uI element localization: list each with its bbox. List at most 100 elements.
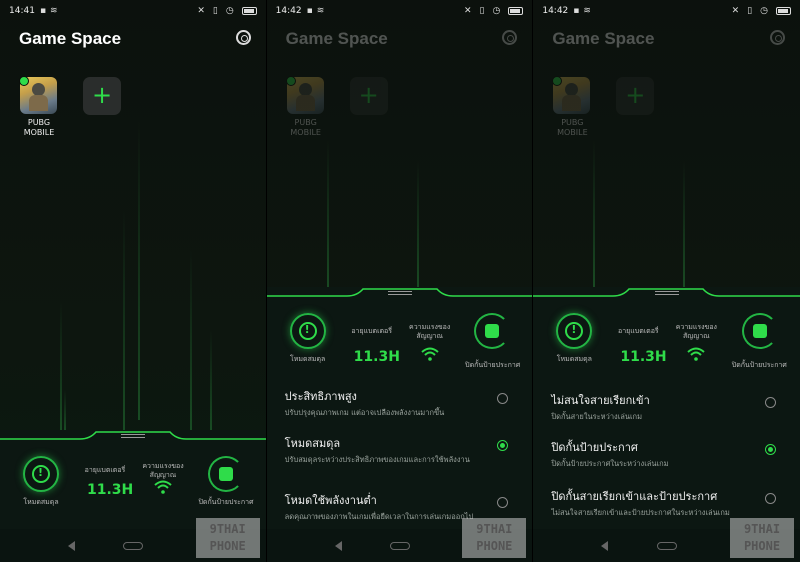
battery-value: 11.3H <box>353 349 400 365</box>
page-title: Game Space <box>552 29 655 48</box>
watermark-line1: 9THAI <box>743 522 781 536</box>
watermark: 9THAI PHONE <box>730 518 795 558</box>
wifi-status-icon: ≋ <box>316 6 325 16</box>
game-badge-icon <box>19 76 29 86</box>
phone-screen-1: 14:41 ▪ ≋ ✕ ▯ ◷ Game Space PUBG MOBILE + <box>0 0 266 562</box>
balance-mode-icon[interactable] <box>556 313 593 349</box>
battery-label: อายุแบตเตอรี่ <box>618 327 659 335</box>
mute-icon: ✕ <box>463 6 472 16</box>
phone-screen-3: 14:42 ▪ ≋ ✕ ▯ ◷ Game Space PUBG MOBILE + <box>533 0 800 562</box>
watermark-line1: 9THAI <box>209 522 246 536</box>
signal-label: ความแรงของสัญญาณ <box>675 323 717 340</box>
alarm-icon: ◷ <box>225 6 234 16</box>
block-notification-icon[interactable] <box>474 313 511 349</box>
drag-handle[interactable] <box>654 291 679 295</box>
back-icon[interactable] <box>601 540 609 551</box>
game-panel: โหมดสมดุล อายุแบตเตอรี่ 11.3H ความแรงของ… <box>0 430 266 562</box>
balance-mode-icon[interactable] <box>289 313 326 349</box>
game-label: PUBG MOBILE <box>23 118 55 137</box>
block-notification-icon[interactable] <box>742 313 779 349</box>
vibrate-icon: ▯ <box>212 6 218 16</box>
option-subtitle: ปรับสมดุลระหว่างประสิทธิภาพของเกมและการใ… <box>284 455 470 464</box>
mute-icon: ✕ <box>731 6 740 16</box>
screenshot-collage: 14:41 ▪ ≋ ✕ ▯ ◷ Game Space PUBG MOBILE + <box>0 0 800 562</box>
balance-mode-icon[interactable] <box>23 456 59 492</box>
mode-label: โหมดสมดุล <box>290 355 326 363</box>
option-high-performance[interactable]: ประสิทธิภาพสูง ปรับปรุงคุณภาพเกม แต่อาจเ… <box>285 387 519 418</box>
rain-line <box>138 120 140 420</box>
back-icon[interactable] <box>67 540 75 551</box>
option-block-calls-and-notifications[interactable]: ปิดกั้นสายเรียกเข้าและป้ายประกาศ ไม่สนใจ… <box>551 487 786 518</box>
mute-icon: ✕ <box>197 6 205 16</box>
option-ignore-calls[interactable]: ไม่สนใจสายเรียกเข้า ปิดกั้นสายในระหว่างเ… <box>551 391 786 422</box>
status-time: 14:41 <box>9 6 35 16</box>
game-badge-icon <box>285 76 296 86</box>
vibrate-icon: ▯ <box>747 6 753 16</box>
battery-value: 11.3H <box>87 482 134 498</box>
notification-icon: ▪ <box>39 6 47 16</box>
watermark: 9THAI PHONE <box>462 518 527 558</box>
mode-label: โหมดสมดุล <box>23 498 59 506</box>
option-balanced[interactable]: โหมดสมดุล ปรับสมดุลระหว่างประสิทธิภาพของ… <box>285 434 519 465</box>
add-game-button[interactable]: + <box>83 77 121 115</box>
game-tile-pubg[interactable]: PUBG MOBILE <box>19 76 58 138</box>
signal-label: ความแรงของสัญญาณ <box>142 462 184 479</box>
game-tile-pubg[interactable]: PUBG MOBILE <box>552 76 591 138</box>
game-panel: โหมดสมดุล อายุแบตเตอรี่ 11.3H ความแรงของ… <box>266 287 533 562</box>
drag-handle[interactable] <box>120 434 145 438</box>
page-title: Game Space <box>285 29 388 48</box>
option-title: ประสิทธิภาพสูง <box>284 390 357 403</box>
radio-button[interactable] <box>765 493 777 504</box>
settings-gear-icon[interactable] <box>235 30 251 45</box>
game-tile-pubg[interactable]: PUBG MOBILE <box>285 76 325 138</box>
radio-button-selected[interactable] <box>765 444 777 455</box>
stats-row: โหมดสมดุล อายุแบตเตอรี่ 11.3H ความแรงของ… <box>0 452 266 522</box>
block-label: ปิดกั้นป้ายประกาศ <box>731 361 787 369</box>
block-label: ปิดกั้นป้ายประกาศ <box>465 361 521 369</box>
status-bar: 14:42 ▪ ≋ ✕ ▯ ◷ <box>267 0 533 22</box>
notification-icon: ▪ <box>573 6 580 16</box>
alarm-icon: ◷ <box>760 6 769 16</box>
vibrate-icon: ▯ <box>479 6 485 16</box>
wifi-status-icon: ≋ <box>50 6 58 16</box>
option-block-notifications[interactable]: ปิดกั้นป้ายประกาศ ปิดกั้นป้ายประกาศในระห… <box>551 438 786 469</box>
home-icon[interactable] <box>122 541 143 550</box>
add-game-button[interactable]: + <box>616 77 655 115</box>
option-subtitle: ไม่สนใจสายเรียกเข้าและป้ายประกาศในระหว่า… <box>551 508 730 517</box>
option-subtitle: ลดคุณภาพของภาพในเกมเพื่อยืดเวลาในการเล่น… <box>284 512 474 521</box>
mode-label: โหมดสมดุล <box>556 355 592 363</box>
home-icon[interactable] <box>656 541 677 550</box>
status-time: 14:42 <box>542 6 569 16</box>
block-label: ปิดกั้นป้ายประกาศ <box>198 498 254 506</box>
rain-line <box>64 390 66 430</box>
watermark-line2: PHONE <box>209 539 246 553</box>
block-notification-icon[interactable] <box>207 456 244 492</box>
page-title: Game Space <box>19 29 122 48</box>
radio-button[interactable] <box>765 397 777 408</box>
option-subtitle: ปิดกั้นสายในระหว่างเล่นเกม <box>551 412 643 421</box>
settings-gear-icon[interactable] <box>770 30 786 45</box>
phone-screen-2: 14:42 ▪ ≋ ✕ ▯ ◷ Game Space PUBG MOBILE + <box>266 0 533 562</box>
option-subtitle: ปิดกั้นป้ายประกาศในระหว่างเล่นเกม <box>551 459 669 468</box>
home-icon[interactable] <box>389 541 410 550</box>
stats-row: โหมดสมดุล อายุแบตเตอรี่ 11.3H ความแรงของ… <box>267 309 533 379</box>
rain-line <box>593 140 596 290</box>
alarm-icon: ◷ <box>492 6 501 16</box>
wifi-signal-icon <box>421 347 439 361</box>
rain-line <box>60 300 62 430</box>
rain-line <box>123 210 125 430</box>
rain-line <box>683 160 686 290</box>
notification-icon: ▪ <box>306 6 313 16</box>
drag-handle[interactable] <box>387 291 412 295</box>
wifi-signal-icon <box>154 480 172 494</box>
battery-value: 11.3H <box>620 349 667 365</box>
watermark-line2: PHONE <box>743 539 781 553</box>
watermark-line2: PHONE <box>476 539 513 553</box>
status-bar: 14:42 ▪ ≋ ✕ ▯ ◷ <box>533 0 800 22</box>
game-panel: โหมดสมดุล อายุแบตเตอรี่ 11.3H ความแรงของ… <box>533 287 800 562</box>
rain-line <box>190 250 192 430</box>
add-game-button[interactable]: + <box>349 77 388 115</box>
back-icon[interactable] <box>334 540 342 551</box>
rain-line <box>326 140 329 290</box>
battery-label: อายุแบตเตอรี่ <box>84 466 126 474</box>
